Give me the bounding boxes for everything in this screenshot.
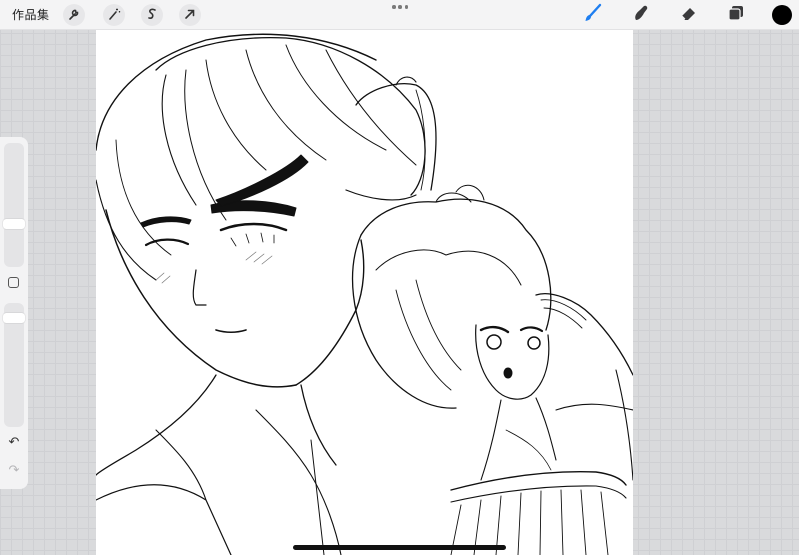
brush-size-slider[interactable] xyxy=(4,143,24,267)
eraser-icon xyxy=(679,3,699,27)
magic-wand-icon xyxy=(107,6,121,25)
undo-icon[interactable]: ↶ xyxy=(6,435,22,451)
line-art-drawing xyxy=(96,33,633,555)
wrench-icon xyxy=(67,6,81,25)
layers-icon xyxy=(726,3,746,27)
selection-s-icon xyxy=(145,6,159,25)
transform-button[interactable] xyxy=(179,4,201,26)
top-toolbar: 作品集 xyxy=(0,0,799,30)
redo-icon[interactable]: ↷ xyxy=(6,463,22,479)
color-picker[interactable] xyxy=(772,5,792,25)
home-indicator xyxy=(293,545,506,550)
brush-tool[interactable] xyxy=(581,3,605,27)
gallery-button[interactable]: 作品集 xyxy=(12,6,50,23)
opacity-thumb[interactable] xyxy=(3,313,25,323)
drawing-canvas[interactable] xyxy=(96,30,633,555)
adjustments-button[interactable] xyxy=(103,4,125,26)
selection-button[interactable] xyxy=(141,4,163,26)
brush-size-thumb[interactable] xyxy=(3,219,25,229)
smudge-icon xyxy=(631,3,651,27)
brush-icon xyxy=(583,3,603,27)
eraser-tool[interactable] xyxy=(677,3,701,27)
drag-handle[interactable] xyxy=(392,5,408,11)
layers-tool[interactable] xyxy=(724,3,748,27)
left-sidebar: ↶ ↷ xyxy=(0,137,28,489)
modify-button[interactable] xyxy=(8,277,19,288)
smudge-tool[interactable] xyxy=(629,3,653,27)
arrow-cursor-icon xyxy=(183,6,197,25)
actions-button[interactable] xyxy=(63,4,85,26)
